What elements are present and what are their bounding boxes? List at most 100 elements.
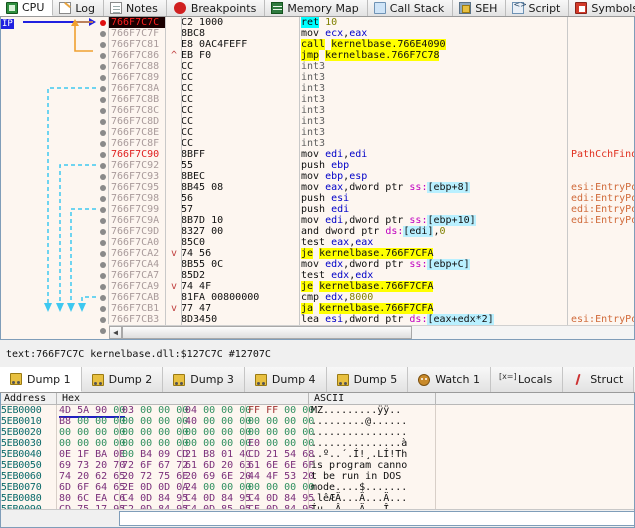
disassembly-row[interactable]: 766F7CA0 85C0 test eax,eax <box>109 237 634 248</box>
dump-col-ascii[interactable]: ASCII <box>311 393 344 405</box>
disassembly-row[interactable]: 766F7C8C CC int3 <box>109 105 634 116</box>
disassembly-row[interactable]: 766F7C81 E8 0AC4FEFF call kernelbase.766E4… <box>109 39 634 50</box>
disassembly-panel[interactable]: IP 766F7C7C C2 1000 ret 10 766F7C7F 8BC8 mov … <box>0 17 635 340</box>
scrollbar-thumb[interactable] <box>122 326 412 339</box>
dump-hex-group[interactable]: 00 00 00 00 <box>122 427 188 438</box>
disassembly-row[interactable]: 766F7C95 8B45 08 mov eax,dword ptr ss:[ebp… <box>109 182 634 193</box>
breakpoint-toggle[interactable] <box>100 251 106 257</box>
breakpoint-toggle[interactable] <box>100 108 106 114</box>
hex-dump-panel[interactable]: Address Hex ASCII 05EB00004D 5A 90 0003 … <box>0 393 635 528</box>
dump-tab-dump-4[interactable]: Dump 4 <box>244 367 327 392</box>
dump-hex-group[interactable]: B8 00 00 00 <box>59 416 125 427</box>
breakpoint-toggle[interactable] <box>100 97 106 103</box>
dump-hex-group[interactable]: E0 00 00 00 <box>248 438 314 449</box>
disassembly-row[interactable]: 766F7C9D 8327 00 and dword ptr ds:[edi],0 <box>109 226 634 237</box>
breakpoint-toggle[interactable] <box>100 207 106 213</box>
disassembly-row[interactable]: 766F7C8A CC int3 <box>109 83 634 94</box>
breakpoint-toggle[interactable] <box>100 284 106 290</box>
breakpoint-toggle[interactable] <box>100 141 106 147</box>
breakpoint-toggle[interactable] <box>100 42 106 48</box>
dump-hex-group[interactable]: 44 4F 53 20 <box>248 471 314 482</box>
breakpoint-toggle[interactable] <box>100 306 106 312</box>
breakpoint-toggle[interactable] <box>100 240 106 246</box>
dump-hex-group[interactable]: 40 00 00 00 <box>185 416 251 427</box>
breakpoint-toggle[interactable] <box>100 339 106 340</box>
dump-row[interactable]: 05EB008080 6C EA C6C4 0D 84 95C4 0D 84 9… <box>1 493 634 504</box>
dump-hex-group[interactable]: 00 00 00 00 <box>59 427 125 438</box>
tab-log[interactable]: Log <box>53 0 105 16</box>
dump-hex-group[interactable]: 61 6E 6E 6F <box>248 460 314 471</box>
breakpoint-toggle[interactable] <box>100 317 106 323</box>
breakpoint-toggle[interactable] <box>100 196 106 202</box>
disassembly-row[interactable]: 766F7C8D CC int3 <box>109 116 634 127</box>
dump-row[interactable]: 05EB00004D 5A 90 0003 00 00 0004 00 00 0… <box>1 405 634 418</box>
dump-hex-group[interactable]: 00 00 00 00 <box>185 427 251 438</box>
dump-col-address[interactable]: Address <box>1 393 46 405</box>
dump-hex-group[interactable]: 20 72 75 6E <box>122 471 188 482</box>
dump-hex-group[interactable]: 04 00 00 00 <box>185 405 251 416</box>
dump-ascii[interactable]: ................ <box>311 427 433 438</box>
dump-hex-group[interactable]: 80 6C EA C6 <box>59 493 125 504</box>
dump-ascii[interactable]: .lêÆÄ...Ä...Ä... <box>311 493 433 504</box>
dump-tab-locals[interactable]: Locals <box>490 367 564 392</box>
disassembly-hscrollbar[interactable]: ◀ <box>109 325 634 339</box>
dump-hex-group[interactable]: 00 B4 09 CD <box>122 449 188 460</box>
dump-goto-input[interactable] <box>119 511 634 526</box>
disassembly-row[interactable]: 766F7C92 55 push ebp <box>109 160 634 171</box>
tab-memory-map[interactable]: Memory Map <box>265 0 368 16</box>
disassembly-row[interactable]: 766F7CB1 v 77 47 ja kernelbase.766F7CFA <box>109 303 634 314</box>
dump-col-hex[interactable]: Hex <box>59 393 80 405</box>
dump-hex-group[interactable]: 61 6D 20 63 <box>185 460 251 471</box>
breakpoint-toggle[interactable] <box>100 185 106 191</box>
breakpoint-toggle[interactable] <box>100 64 106 70</box>
dump-ascii[interactable]: MZ.........ÿÿ.. <box>311 405 433 416</box>
dump-hex-group[interactable]: 21 B8 01 4C <box>185 449 251 460</box>
dump-row[interactable]: 05EB002000 00 00 0000 00 00 0000 00 00 0… <box>1 427 634 438</box>
tab-breakpoints[interactable]: Breakpoints <box>166 0 266 16</box>
disassembly-row[interactable]: 766F7C7C C2 1000 ret 10 <box>109 17 634 28</box>
disassembly-row[interactable]: 766F7C9856push esiedi:EntryPoin <box>109 193 634 204</box>
disassembly-row[interactable]: 766F7C8B CC int3 <box>109 94 634 105</box>
dump-row[interactable]: 05EB0050 69 73 20 7072 6F 67 7261 6D 20 6… <box>1 460 634 471</box>
dump-tab-dump-2[interactable]: Dump 2 <box>81 367 164 392</box>
disassembly-row[interactable]: 766F7C88 CC int3 <box>109 61 634 72</box>
tab-script[interactable]: Script <box>506 0 570 16</box>
disassembly-row[interactable]: 766F7CA2 v 74 56 je kernelbase.766F7CFA <box>109 248 634 259</box>
disassembly-row[interactable]: 766F7C9957push ediedi:EntryPoin <box>109 204 634 215</box>
disassembly-row[interactable]: 766F7C8F CC int3 <box>109 138 634 149</box>
disassembly-row[interactable]: 766F7C89 CC int3 <box>109 72 634 83</box>
breakpoint-toggle[interactable] <box>100 53 106 59</box>
tab-notes[interactable]: Notes <box>104 0 167 16</box>
dump-hex-group[interactable]: 6D 6F 64 65 <box>59 482 125 493</box>
dump-hex-group[interactable]: CD 21 54 68 <box>248 449 314 460</box>
scrollbar-track[interactable] <box>122 326 634 339</box>
breakpoint-toggle[interactable] <box>100 328 106 334</box>
breakpoint-toggle[interactable] <box>100 31 106 37</box>
dump-row[interactable]: 05EB0070 6D 6F 64 652E 0D 0D 0A24 00 00 0… <box>1 482 634 493</box>
dump-hex-group[interactable]: 00 00 00 00 <box>59 438 125 449</box>
disassembly-row[interactable]: 766F7C7F 8BC8 mov ecx,eax <box>109 28 634 39</box>
disassembly-row[interactable]: 766F7C9A 8B7D 10 mov edi,dword ptr ss:[ebp… <box>109 215 634 226</box>
disassembly-row[interactable]: 766F7CA4 8B55 0C mov edx,dword ptr ss:[ebp… <box>109 259 634 270</box>
dump-hex-group[interactable]: 00 00 00 00 <box>185 438 251 449</box>
disassembly-row[interactable]: 766F7CAB 81FA 00800000 cmp edx,8000 <box>109 292 634 303</box>
dump-hex-group[interactable]: 00 00 00 00 <box>248 427 314 438</box>
dump-ascii[interactable]: t be run in DOS <box>311 471 433 482</box>
dump-hex-group[interactable]: 72 6F 67 72 <box>122 460 188 471</box>
dump-hex-group[interactable]: 24 00 00 00 <box>185 482 251 493</box>
dump-row[interactable]: 05EB0010B8 00 00 0000 00 00 0040 00 00 0… <box>1 416 634 427</box>
dump-hex-group[interactable]: 69 73 20 70 <box>59 460 125 471</box>
dump-ascii[interactable]: ...............à <box>311 438 433 449</box>
dump-hex-group[interactable]: 00 00 00 00 <box>122 438 188 449</box>
breakpoint-toggle[interactable] <box>100 218 106 224</box>
disassembly-row[interactable]: 766F7CA7 85D2 test edx,edx <box>109 270 634 281</box>
dump-tab-dump-3[interactable]: Dump 3 <box>163 367 245 392</box>
dump-tab-dump-5[interactable]: Dump 5 <box>326 367 409 392</box>
dump-hex-group[interactable]: 00 00 00 00 <box>248 416 314 427</box>
dump-hex-group[interactable]: FF FF 00 00 <box>248 405 314 416</box>
dump-ascii[interactable]: ..º..´.Í!¸.LÍ!Th <box>311 449 433 460</box>
dump-hex-group[interactable]: C4 0D 84 95 <box>122 493 188 504</box>
dump-ascii[interactable]: mode....$....... <box>311 482 433 493</box>
dump-hex-group[interactable]: 00 00 00 00 <box>248 482 314 493</box>
breakpoint-toggle[interactable] <box>100 295 106 301</box>
